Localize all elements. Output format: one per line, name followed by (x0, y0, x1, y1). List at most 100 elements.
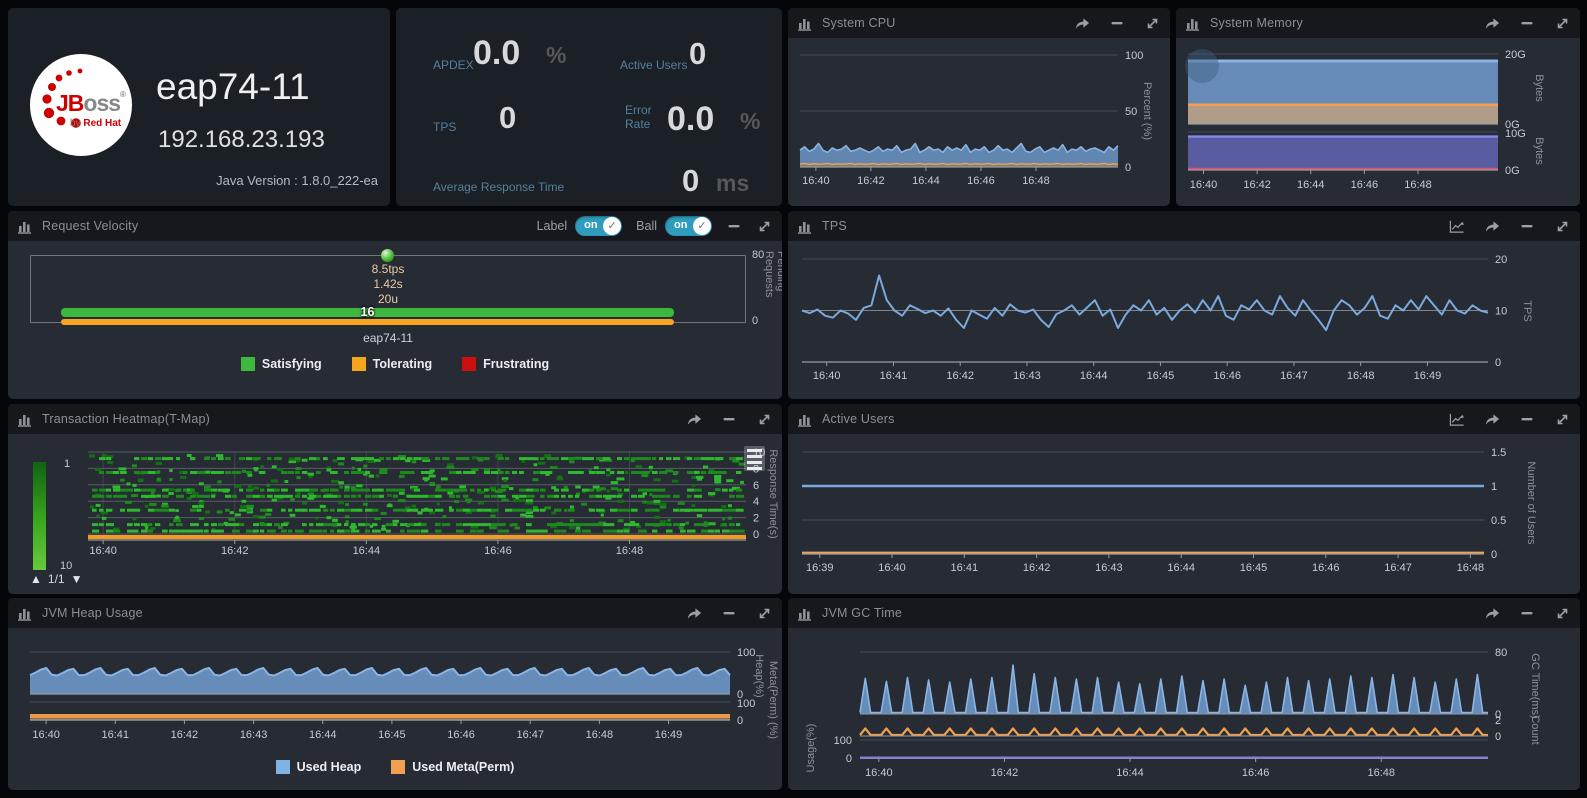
satisfying-bar[interactable]: 16 (61, 308, 674, 317)
minimize-icon[interactable] (721, 605, 737, 621)
svg-text:16:41: 16:41 (101, 729, 129, 741)
heatmap-body: 16:4016:4216:4416:4616:481086420Response… (8, 434, 782, 594)
menu-icon (744, 446, 765, 471)
svg-text:Bytes: Bytes (1533, 137, 1545, 165)
expand-icon[interactable] (756, 218, 772, 234)
svg-text:16:48: 16:48 (1404, 179, 1432, 191)
share-icon[interactable] (1074, 15, 1090, 31)
svg-text:16:41: 16:41 (880, 370, 908, 382)
expand-icon[interactable] (1554, 218, 1570, 234)
svg-text:16:46: 16:46 (447, 729, 475, 741)
share-icon[interactable] (686, 605, 702, 621)
svg-text:16:40: 16:40 (1190, 179, 1218, 191)
share-icon[interactable] (1484, 15, 1500, 31)
svg-text:16:44: 16:44 (1297, 179, 1325, 191)
label-toggle[interactable]: on✓ (575, 216, 622, 236)
svg-text:16:49: 16:49 (1414, 370, 1442, 382)
panel-title: System Memory (1210, 16, 1303, 30)
line-chart-icon[interactable] (1449, 218, 1465, 234)
avg-response-time-unit: ms (716, 170, 749, 197)
svg-text:0: 0 (1125, 162, 1131, 174)
svg-text:16:47: 16:47 (1384, 562, 1412, 574)
minimize-icon[interactable] (721, 411, 737, 427)
share-icon[interactable] (1484, 605, 1500, 621)
svg-text:16:42: 16:42 (1023, 562, 1051, 574)
svg-text:10G: 10G (1505, 128, 1526, 140)
minimize-icon[interactable] (1519, 411, 1535, 427)
svg-text:100: 100 (737, 647, 755, 659)
minimize-icon[interactable] (1109, 15, 1125, 31)
minimize-icon[interactable] (1519, 15, 1535, 31)
panel-system-cpu: System CPU 16:4016:4216:4416:4616:481005… (788, 8, 1170, 206)
host-name: eap74-11 (156, 66, 310, 108)
legend-swatch (276, 760, 290, 774)
svg-text:0: 0 (737, 715, 743, 727)
jvm-gc-header: JVM GC Time (788, 598, 1580, 628)
velocity-legend: Satisfying Tolerating Frustrating (8, 357, 782, 371)
page-up-icon[interactable]: ▲ (30, 572, 42, 586)
expand-icon[interactable] (1554, 411, 1570, 427)
panel-system-memory: System Memory 20G0GBytes10G0GBytes16:401… (1176, 8, 1580, 206)
svg-text:16:43: 16:43 (240, 729, 268, 741)
svg-text:100: 100 (1125, 50, 1143, 62)
tps-value: 0 (499, 100, 516, 136)
legend-item[interactable]: Frustrating (462, 357, 549, 371)
panel-jvm-heap: JVM Heap Usage 1000100016:4016:4116:4216… (8, 598, 782, 790)
legend-item[interactable]: Used Meta(Perm) (391, 760, 514, 774)
apdex-unit: % (546, 42, 566, 69)
scale-tick-bottom: 10 (60, 560, 72, 572)
velocity-time-annotation: 1.42s (31, 277, 745, 291)
minimize-icon[interactable] (1519, 605, 1535, 621)
java-version: Java Version : 1.8.0_222-ea (216, 173, 378, 188)
svg-text:Meta(Perm) (%): Meta(Perm) (%) (767, 661, 779, 739)
bar-chart-icon (18, 606, 34, 621)
active-users-value: 0 (689, 36, 706, 72)
expand-icon[interactable] (756, 411, 772, 427)
legend-item[interactable]: Used Heap (276, 760, 362, 774)
ball-toggle[interactable]: on✓ (665, 216, 712, 236)
active-users-label: Active Users (620, 58, 687, 72)
drag-handle-dot[interactable] (1185, 49, 1219, 83)
svg-text:4: 4 (753, 496, 759, 508)
svg-text:2: 2 (1495, 715, 1501, 727)
minimize-icon[interactable] (726, 218, 742, 234)
heatmap-header: Transaction Heatmap(T-Map) (8, 404, 782, 434)
panel-request-velocity: Request Velocity Label on✓ Ball on✓ 8.5t… (8, 211, 782, 399)
share-icon[interactable] (1484, 411, 1500, 427)
svg-text:16:45: 16:45 (1240, 562, 1268, 574)
panel-transaction-heatmap: Transaction Heatmap(T-Map) 16:4016:4216:… (8, 404, 782, 594)
heatmap-chart: 16:4016:4216:4416:4616:481086420Response… (8, 434, 782, 594)
svg-text:Number of Users: Number of Users (1525, 461, 1537, 545)
tolerating-bar[interactable] (61, 319, 674, 325)
share-icon[interactable] (686, 411, 702, 427)
svg-text:Bytes: Bytes (1533, 74, 1545, 102)
jvm-gc-chart: 800201000Usage(%)16:4016:4216:4416:4616:… (788, 628, 1580, 790)
share-icon[interactable] (1484, 218, 1500, 234)
heatmap-color-scale (33, 462, 46, 570)
page-down-icon[interactable]: ▼ (71, 572, 83, 586)
tps-chart: 16:4016:4116:4216:4316:4416:4516:4616:47… (788, 241, 1580, 399)
svg-text:16:46: 16:46 (967, 175, 995, 187)
legend-item[interactable]: Tolerating (352, 357, 433, 371)
system-cpu-chart: 16:4016:4216:4416:4616:48100500Percent (… (788, 38, 1170, 206)
svg-text:16:42: 16:42 (221, 545, 249, 557)
svg-text:16:42: 16:42 (1243, 179, 1271, 191)
expand-icon[interactable] (1554, 605, 1570, 621)
tps-label: TPS (433, 120, 456, 134)
expand-icon[interactable] (1554, 15, 1570, 31)
minimize-icon[interactable] (1519, 218, 1535, 234)
legend-item[interactable]: Satisfying (241, 357, 322, 371)
panel-jvm-gc: JVM GC Time 800201000Usage(%)16:4016:421… (788, 598, 1580, 790)
svg-text:16:43: 16:43 (1095, 562, 1123, 574)
svg-text:16:48: 16:48 (1347, 370, 1375, 382)
error-rate-label: ErrorRate (625, 103, 652, 131)
line-chart-icon[interactable] (1449, 411, 1465, 427)
expand-icon[interactable] (756, 605, 772, 621)
svg-text:100: 100 (834, 735, 852, 747)
svg-text:2: 2 (753, 513, 759, 525)
ball-toggle-group: Ball on✓ (636, 216, 712, 236)
expand-icon[interactable] (1144, 15, 1160, 31)
svg-text:0: 0 (846, 753, 852, 765)
bar-chart-icon (798, 16, 814, 31)
svg-text:Response Time(s): Response Time(s) (767, 449, 779, 538)
